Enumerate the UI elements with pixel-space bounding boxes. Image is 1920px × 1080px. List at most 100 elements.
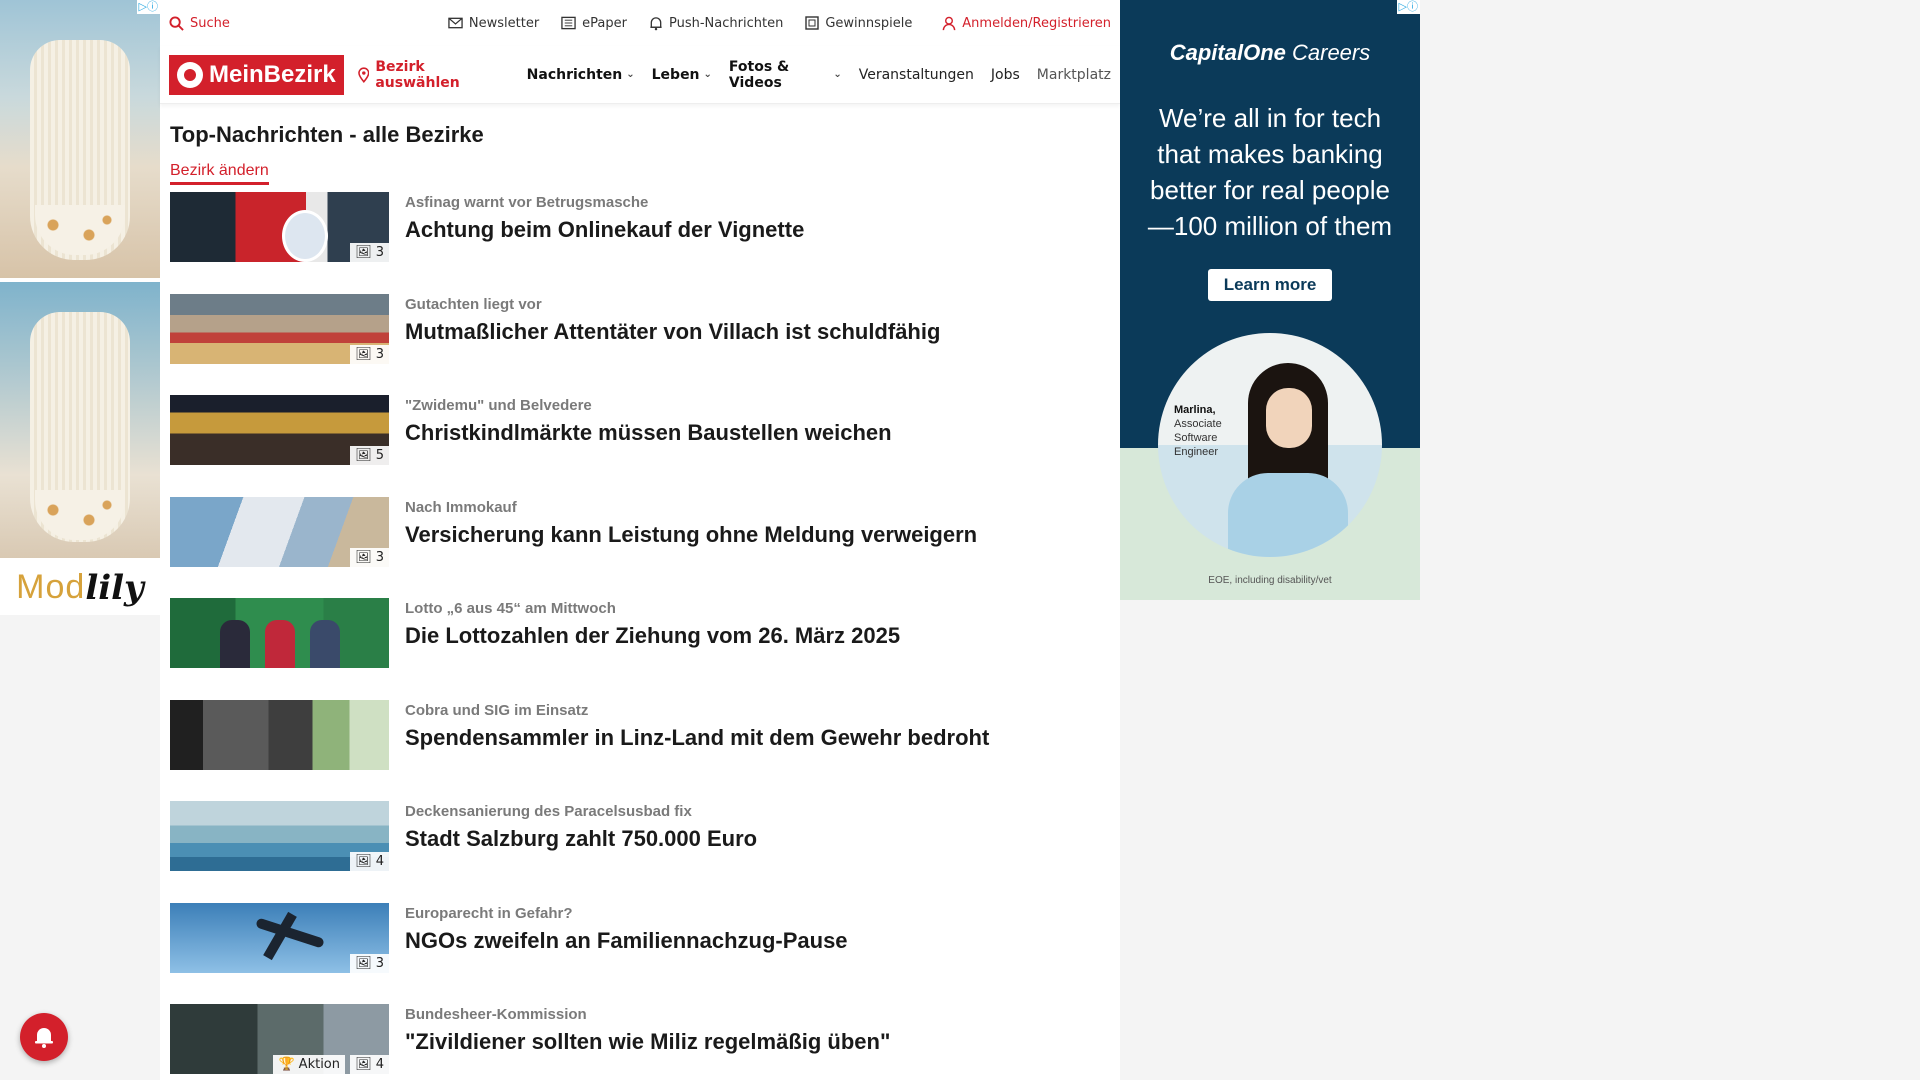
article-headline[interactable]: Christkindlmärkte müssen Baustellen weic…	[405, 420, 892, 446]
region-select[interactable]: Bezirk auswählen	[357, 58, 510, 91]
nav-item-marktplatz[interactable]: Marktplatz	[1037, 59, 1111, 91]
article-thumbnail[interactable]: 🖼 4	[170, 801, 389, 871]
article-item[interactable]: 🖼 5 "Zwidemu" und Belvedere Christkindlmär…	[170, 395, 1110, 497]
presenter-figure	[220, 620, 250, 668]
image-icon: 🖼	[355, 854, 372, 869]
article-thumbnail[interactable]: 🖼 3	[170, 496, 389, 567]
presenter-figure	[310, 620, 340, 668]
ad-brand-name: CapitalOne	[1169, 40, 1286, 65]
gewinnspiele-label: Gewinnspiele	[825, 15, 913, 31]
article-headline[interactable]: Versicherung kann Leistung ohne Meldung …	[405, 522, 977, 548]
aktion-label: Aktion	[298, 1057, 340, 1072]
article-kicker: "Zwidemu" und Belvedere	[405, 397, 592, 414]
portrait-shirt	[1228, 473, 1348, 557]
article-thumbnail[interactable]: 🖼 3	[170, 902, 389, 973]
article-thumbnail[interactable]: 🖼 3	[170, 293, 389, 364]
utility-bar: Suche Newsletter ePaper Push-Nachrichten…	[160, 0, 1120, 46]
article-headline[interactable]: "Zivildiener sollten wie Miliz regelmäßi…	[405, 1029, 890, 1055]
ad-brand-part2: lily	[85, 567, 144, 608]
article-item[interactable]: 🖼 3 Asfinag warnt vor Betrugsmasche Achtun…	[170, 192, 1110, 294]
article-item[interactable]: 🏆 Aktion 🖼 4 Bundesheer-Kommission "Zivildi…	[170, 1004, 1110, 1080]
search-label: Suche	[190, 15, 230, 31]
article-kicker: Lotto „6 aus 45“ am Mittwoch	[405, 600, 616, 617]
nav-item-label: Fotos & Videos	[728, 58, 790, 91]
article-item[interactable]: 🖼 4 Deckensanierung des Paracelsusbad fix…	[170, 801, 1110, 903]
ad-photo-bottom	[0, 282, 160, 558]
nav-menu: Nachrichten ⌄ Leben ⌄ Fotos & Videos ⌄ Vera…	[527, 59, 1111, 91]
photo-count: 4	[375, 1057, 384, 1072]
person-role: Engineer	[1174, 446, 1219, 458]
photo-count-badge: 🖼 3	[350, 344, 389, 364]
article-kicker: Bundesheer-Kommission	[405, 1006, 587, 1023]
article-kicker: Deckensanierung des Paracelsusbad fix	[405, 803, 692, 820]
photo-count-badge: 🖼 5	[350, 446, 389, 465]
nav-item-jobs[interactable]: Jobs	[991, 59, 1020, 91]
photo-count-badge: 🖼 3	[350, 953, 389, 973]
article-item[interactable]: Cobra und SIG im Einsatz Spendensammler i…	[170, 699, 1110, 802]
ad-portrait-image: Marlina, Associate Software Engineer	[1158, 333, 1382, 557]
change-region-link[interactable]: Bezirk ändern	[170, 162, 269, 185]
login-label: Anmelden/Registrieren	[962, 15, 1111, 31]
article-thumbnail[interactable]	[170, 598, 389, 668]
main-navigation: MeinBezirk Bezirk auswählen Nachrichten ⌄…	[160, 46, 1120, 104]
brand-name: MeinBezirk	[209, 60, 336, 88]
region-label: Bezirk auswählen	[375, 58, 460, 91]
brand-logo[interactable]: MeinBezirk	[169, 54, 344, 95]
article-item[interactable]: Lotto „6 aus 45“ am Mittwoch Die Lottozah…	[170, 598, 1110, 700]
article-thumbnail[interactable]: 🖼 3	[170, 192, 389, 262]
notification-bell-button[interactable]	[20, 1013, 68, 1061]
photo-count: 3	[375, 549, 384, 565]
left-skyscraper-ad[interactable]: Mod lily ▷ⓘ	[0, 0, 160, 615]
article-kicker: Gutachten liegt vor	[405, 295, 542, 313]
article-headline[interactable]: Mutmaßlicher Attentäter von Villach ist …	[405, 319, 940, 345]
photo-count: 3	[375, 955, 384, 971]
article-thumbnail[interactable]: 🏆 Aktion 🖼 4	[170, 1004, 389, 1074]
article-headline[interactable]: Spendensammler in Linz-Land mit dem Gewe…	[405, 725, 989, 751]
photo-count: 3	[375, 245, 384, 260]
nav-item-fotos-videos[interactable]: Fotos & Videos ⌄	[729, 59, 842, 91]
right-ad[interactable]: CapitalOne Careers We’re all in for tech…	[1120, 0, 1420, 600]
nav-item-nachrichten[interactable]: Nachrichten ⌄	[527, 59, 635, 91]
push-link[interactable]: Push-Nachrichten	[649, 16, 783, 31]
photo-count-badge: 🖼 4	[350, 1055, 389, 1074]
user-icon	[942, 16, 956, 30]
login-link[interactable]: Anmelden/Registrieren	[942, 16, 1111, 31]
chevron-down-icon: ⌄	[703, 69, 712, 80]
article-kicker: Cobra und SIG im Einsatz	[405, 701, 589, 719]
push-label: Push-Nachrichten	[669, 15, 784, 31]
article-item[interactable]: 🖼 3 Nach Immokauf Versicherung kann Leistu…	[170, 496, 1110, 599]
person-role: Software	[1174, 432, 1218, 444]
person-role: Associate	[1174, 418, 1222, 430]
search-link[interactable]: Suche	[169, 16, 230, 31]
person-name: Marlina,	[1174, 404, 1216, 416]
article-item[interactable]: 🖼 3 Europarecht in Gefahr? NGOs zweifeln a…	[170, 902, 1110, 1005]
portrait-face	[1266, 388, 1312, 448]
page-title: Top-Nachrichten - alle Bezirke	[170, 122, 484, 147]
newsletter-link[interactable]: Newsletter	[448, 16, 539, 31]
ad-headline: We’re all in for tech that makes banking…	[1147, 103, 1393, 241]
article-headline[interactable]: Stadt Salzburg zahlt 750.000 Euro	[405, 826, 757, 852]
adchoices-icon[interactable]: ▷ⓘ	[1396, 0, 1420, 14]
mail-icon	[448, 17, 463, 29]
article-headline[interactable]: Achtung beim Onlinekauf der Vignette	[405, 217, 804, 243]
adchoices-icon[interactable]: ▷ⓘ	[136, 0, 160, 14]
nav-item-leben[interactable]: Leben ⌄	[652, 59, 712, 91]
article-list: 🖼 3 Asfinag warnt vor Betrugsmasche Achtun…	[170, 192, 1110, 1080]
photo-count-badge: 🖼 3	[350, 243, 389, 262]
nav-item-label: Leben	[651, 66, 700, 83]
learn-more-button[interactable]: Learn more	[1208, 269, 1332, 301]
article-headline[interactable]: NGOs zweifeln an Familiennachzug-Pause	[405, 928, 848, 954]
image-icon: 🖼	[355, 346, 372, 362]
nav-item-veranstaltungen[interactable]: Veranstaltungen	[859, 59, 974, 91]
bell-icon	[650, 16, 662, 30]
article-headline[interactable]: Die Lottozahlen der Ziehung vom 26. März…	[405, 623, 900, 649]
gewinnspiele-link[interactable]: Gewinnspiele	[805, 16, 912, 31]
ad-brand-part1: Mod	[16, 568, 86, 606]
bell-icon	[35, 1028, 53, 1048]
epaper-link[interactable]: ePaper	[561, 16, 627, 31]
article-thumbnail[interactable]: 🖼 5	[170, 395, 389, 465]
nav-item-label: Nachrichten	[526, 66, 623, 83]
article-thumbnail[interactable]	[170, 699, 389, 770]
article-item[interactable]: 🖼 3 Gutachten liegt vor Mutmaßlicher Atten…	[170, 293, 1110, 396]
ad-brand-logo: CapitalOne Careers	[1120, 40, 1420, 66]
